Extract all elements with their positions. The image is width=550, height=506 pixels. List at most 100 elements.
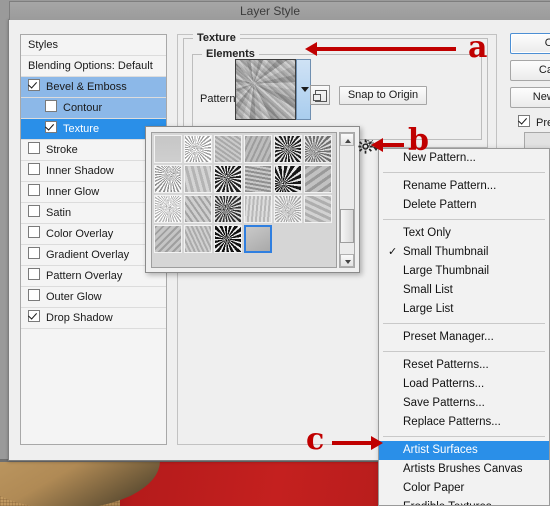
pattern-grid-container[interactable] <box>151 132 337 268</box>
pattern-cell[interactable] <box>244 165 272 193</box>
menu-item-label: Large Thumbnail <box>403 265 490 277</box>
pattern-cell[interactable] <box>184 195 212 223</box>
scroll-up-icon[interactable] <box>340 133 354 146</box>
styles-list-header: Styles <box>21 35 166 56</box>
menu-item-load-patterns[interactable]: Load Patterns... <box>379 375 549 394</box>
pattern-cell[interactable] <box>184 135 212 163</box>
pattern-cell[interactable] <box>274 165 302 193</box>
pattern-grid-scrollbar[interactable] <box>339 132 355 268</box>
checkbox-pattern-overlay[interactable] <box>28 268 40 280</box>
pattern-grid[interactable] <box>153 134 336 254</box>
menu-item-artist-surfaces[interactable]: Artist Surfaces <box>379 441 549 460</box>
pattern-cell[interactable] <box>244 195 272 223</box>
pattern-cell[interactable] <box>274 195 302 223</box>
menu-item-artists-brushes-canvas[interactable]: Artists Brushes Canvas <box>379 460 549 479</box>
menu-item-replace-patterns[interactable]: Replace Patterns... <box>379 413 549 432</box>
new-style-button[interactable]: New S <box>510 87 550 108</box>
pattern-options-context-menu[interactable]: New Pattern... Rename Pattern... Delete Pa… <box>378 148 550 506</box>
ok-button[interactable]: O <box>510 33 550 54</box>
checkbox-preview[interactable] <box>518 115 530 127</box>
menu-item-label: Small Thumbnail <box>403 246 489 258</box>
checkbox-drop-shadow[interactable] <box>28 310 40 322</box>
menu-item-label: Load Patterns... <box>403 378 485 390</box>
menu-item-large-thumbnail[interactable]: Large Thumbnail <box>379 262 549 281</box>
checkbox-satin[interactable] <box>28 205 40 217</box>
menu-item-label: Color Paper <box>403 482 465 494</box>
sidebar-item-label: Contour <box>63 102 103 114</box>
pattern-cell-selected[interactable] <box>244 225 272 253</box>
menu-item-label: Preset Manager... <box>403 331 494 343</box>
pattern-cell[interactable] <box>304 135 332 163</box>
pattern-cell[interactable] <box>244 135 272 163</box>
pattern-cell[interactable] <box>274 135 302 163</box>
menu-item-label: Artist Surfaces <box>403 444 478 456</box>
menu-item-text-only[interactable]: Text Only <box>379 224 549 243</box>
menu-item-label: Delete Pattern <box>403 199 477 211</box>
checkbox-inner-glow[interactable] <box>28 184 40 196</box>
pattern-cell[interactable] <box>214 135 242 163</box>
pattern-preview-swatch[interactable] <box>235 59 296 120</box>
sidebar-item-label: Stroke <box>46 144 78 156</box>
pattern-cell[interactable] <box>304 165 332 193</box>
sidebar-item-label: Bevel & Emboss <box>46 81 127 93</box>
scroll-down-icon[interactable] <box>340 254 354 267</box>
pattern-cell[interactable] <box>154 195 182 223</box>
menu-item-save-patterns[interactable]: Save Patterns... <box>379 394 549 413</box>
pattern-cell[interactable] <box>304 195 332 223</box>
sidebar-item-label: Color Overlay <box>46 228 114 240</box>
annotation-arrow-c <box>332 436 383 450</box>
preview-label: Pre <box>536 117 550 129</box>
checkbox-stroke[interactable] <box>28 142 40 154</box>
pattern-picker-popup[interactable] <box>145 126 360 273</box>
sidebar-item-bevel-and-emboss[interactable]: Bevel & Emboss <box>21 77 166 98</box>
annotation-arrow-b <box>371 138 404 152</box>
checkbox-inner-shadow[interactable] <box>28 163 40 175</box>
sidebar-item-contour[interactable]: Contour <box>21 98 166 119</box>
sidebar-item-label: Pattern Overlay <box>46 270 123 282</box>
pattern-cell[interactable] <box>214 225 242 253</box>
check-icon: ✓ <box>388 246 398 258</box>
snap-to-origin-icon[interactable] <box>310 85 330 105</box>
checkbox-color-overlay[interactable] <box>28 226 40 238</box>
menu-item-label: Save Patterns... <box>403 397 485 409</box>
menu-item-new-pattern[interactable]: New Pattern... <box>379 149 549 168</box>
cancel-button[interactable]: Can <box>510 60 550 81</box>
pattern-cell[interactable] <box>184 225 212 253</box>
pattern-cell[interactable] <box>214 165 242 193</box>
checkbox-gradient-overlay[interactable] <box>28 247 40 259</box>
menu-item-color-paper[interactable]: Color Paper <box>379 479 549 498</box>
menu-item-erodible-textures[interactable]: Erodible Textures <box>379 498 549 505</box>
menu-item-rename-pattern[interactable]: Rename Pattern... <box>379 177 549 196</box>
pattern-cell[interactable] <box>154 165 182 193</box>
preview-checkbox-row[interactable]: Pre <box>518 115 550 129</box>
menu-item-large-list[interactable]: Large List <box>379 300 549 319</box>
sidebar-item-drop-shadow[interactable]: Drop Shadow <box>21 308 166 329</box>
checkbox-texture[interactable] <box>45 121 57 133</box>
pattern-cell[interactable] <box>154 135 182 163</box>
pattern-dropdown-arrow-button[interactable] <box>296 59 311 120</box>
pattern-cell[interactable] <box>214 195 242 223</box>
menu-item-small-list[interactable]: Small List <box>379 281 549 300</box>
menu-item-small-thumbnail[interactable]: ✓ Small Thumbnail <box>379 243 549 262</box>
sidebar-item-blending-options[interactable]: Blending Options: Default <box>21 56 166 77</box>
sidebar-item-label: Drop Shadow <box>46 312 113 324</box>
dialog-titlebar[interactable]: Layer Style <box>9 1 550 20</box>
annotation-letter-c: c <box>306 422 325 457</box>
sidebar-item-label: Satin <box>46 207 72 219</box>
snap-to-origin-button[interactable]: Snap to Origin <box>339 86 427 105</box>
checkbox-outer-glow[interactable] <box>28 289 40 301</box>
menu-separator <box>383 351 545 352</box>
scrollbar-thumb[interactable] <box>340 209 354 243</box>
menu-item-label: Rename Pattern... <box>403 180 497 192</box>
checkbox-bevel-and-emboss[interactable] <box>28 79 40 91</box>
menu-separator <box>383 219 545 220</box>
sidebar-item-label: Inner Shadow <box>46 165 114 177</box>
checkbox-contour[interactable] <box>45 100 57 112</box>
pattern-cell[interactable] <box>154 225 182 253</box>
menu-item-delete-pattern[interactable]: Delete Pattern <box>379 196 549 215</box>
pattern-cell[interactable] <box>184 165 212 193</box>
menu-item-reset-patterns[interactable]: Reset Patterns... <box>379 356 549 375</box>
sidebar-item-label: Texture <box>63 123 100 135</box>
sidebar-item-outer-glow[interactable]: Outer Glow <box>21 287 166 308</box>
menu-item-preset-manager[interactable]: Preset Manager... <box>379 328 549 347</box>
